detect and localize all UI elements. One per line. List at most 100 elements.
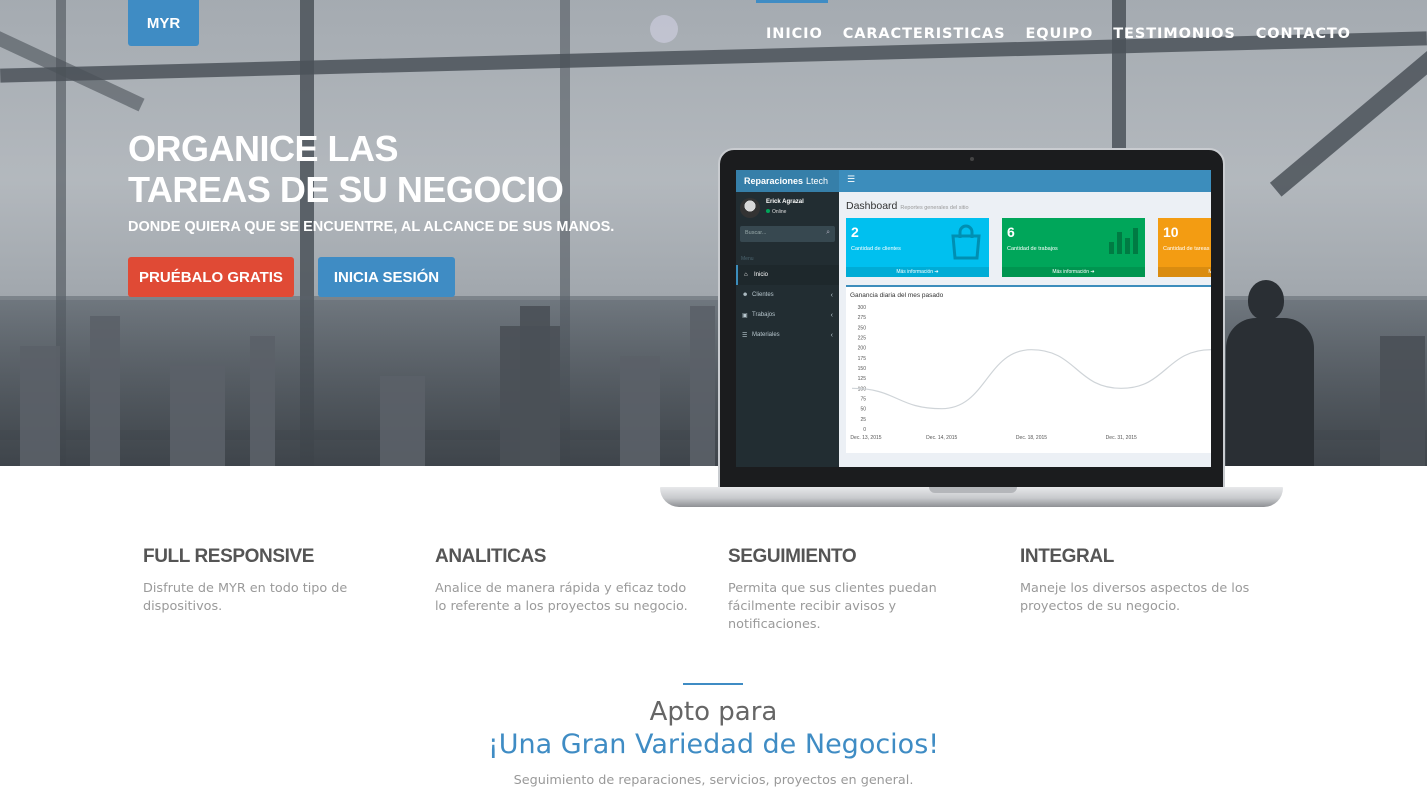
camera-icon <box>970 157 974 161</box>
y-tick-label: 150 <box>858 366 867 372</box>
y-tick-label: 0 <box>863 427 866 433</box>
admin-search-input[interactable]: Buscar... ⌕ <box>740 226 835 242</box>
admin-brand-bold: Reparaciones <box>744 176 804 186</box>
section-kicker: Apto para <box>649 697 778 727</box>
stat-box-clientes: 2 Cantidad de clientes Más información ➔ <box>846 218 989 277</box>
nav-caracteristicas[interactable]: CARACTERISTICAS <box>843 26 1006 42</box>
chart-panel: Ganancia diaria del mes pasado 0 25 50 75 10… <box>846 285 1211 453</box>
avatar <box>740 198 760 218</box>
feature-analiticas: ANALITICAS Analice de manera rápida y ef… <box>435 546 695 616</box>
admin-search-placeholder: Buscar... <box>745 230 767 236</box>
nav-equipo[interactable]: EQUIPO <box>1026 26 1094 42</box>
sidebar-item-label: Trabajos <box>752 312 776 318</box>
x-tick-label: Dec. 13, 2015 <box>850 435 881 441</box>
online-dot-icon <box>766 209 770 213</box>
feature-text: Analice de manera rápida y eficaz todo l… <box>435 581 688 614</box>
feature-text: Permita que sus clientes puedan fácilmen… <box>728 581 937 632</box>
chevron-left-icon: ‹ <box>830 291 833 299</box>
line-chart: 0255075100125150175200225250275300Dec. 1… <box>850 305 1211 441</box>
x-tick-label: Dec. 18, 2015 <box>1016 435 1047 441</box>
bar-chart-icon <box>1109 228 1138 254</box>
building <box>170 366 225 466</box>
admin-sidebar: Erick Agrazal Online Buscar... ⌕ Menu ⌂ In… <box>736 192 839 467</box>
sidebar-item-label: Inicio <box>754 272 769 278</box>
chart-title: Ganancia diaria del mes pasado <box>850 292 944 299</box>
chevron-left-icon: ‹ <box>830 311 833 319</box>
building <box>620 356 660 466</box>
search-icon[interactable]: ⌕ <box>826 229 830 237</box>
feature-title: FULL RESPONSIVE <box>143 546 315 567</box>
menu-toggle-icon[interactable]: ☰ <box>847 175 855 185</box>
section-divider <box>683 683 743 685</box>
hero-title-line2: TAREAS DE SU NEGOCIO <box>128 169 564 210</box>
admin-menu-header: Menu <box>741 256 754 262</box>
chevron-left-icon: ‹ <box>830 331 833 339</box>
more-info-link[interactable]: Más información ➔ <box>846 267 989 277</box>
nav-contacto[interactable]: CONTACTO <box>1256 26 1351 42</box>
stat-number: 6 <box>1007 224 1015 240</box>
y-tick-label: 200 <box>858 346 867 352</box>
hero-title-line1: ORGANICE LAS <box>128 128 399 169</box>
y-tick-label: 300 <box>858 305 867 311</box>
login-button[interactable]: INICIA SESIÓN <box>318 257 455 297</box>
admin-user-status: Online <box>766 209 786 215</box>
y-tick-label: 175 <box>858 356 867 362</box>
admin-user-name: Erick Agrazal <box>766 199 804 205</box>
stat-box-tareas: 10 Cantidad de tareas Más información ➔ <box>1158 218 1211 277</box>
laptop-screen: Reparaciones Ltech ☰ Erick Agrazal Onlin… <box>736 170 1211 467</box>
stat-label: Cantidad de tareas <box>1163 246 1210 252</box>
briefcase-icon: ▣ <box>742 312 748 319</box>
dashboard-title: Dashboard Reportes generales del sitio <box>846 200 969 212</box>
y-tick-label: 225 <box>858 336 867 342</box>
brand-logo[interactable]: MYR <box>128 0 199 46</box>
building <box>380 376 425 466</box>
laptop-mockup: Reparaciones Ltech ☰ Erick Agrazal Onlin… <box>718 148 1225 490</box>
sidebar-item-materiales[interactable]: ☰ Materiales ‹ <box>736 325 839 345</box>
x-tick-label: Dec. 31, 2015 <box>1106 435 1137 441</box>
dashboard-subtitle: Reportes generales del sitio <box>900 205 969 211</box>
dashboard-title-text: Dashboard <box>846 200 898 212</box>
feature-integral: INTEGRAL Maneje los diversos aspectos de… <box>1020 546 1280 616</box>
x-tick-label: Dec. 14, 2015 <box>926 435 957 441</box>
nav-inicio[interactable]: INICIO <box>766 26 823 42</box>
stat-box-trabajos: 6 Cantidad de trabajos Más información ➔ <box>1002 218 1145 277</box>
try-free-button[interactable]: PRUÉBALO GRATIS <box>128 257 294 297</box>
admin-content: Dashboard Reportes generales del sitio 2 … <box>839 192 1211 467</box>
person-silhouette-head <box>1248 280 1284 320</box>
users-icon: ☻ <box>742 292 749 298</box>
stat-label: Cantidad de trabajos <box>1007 246 1058 252</box>
stat-label: Cantidad de clientes <box>851 246 901 252</box>
y-tick-label: 25 <box>860 417 866 423</box>
sidebar-item-trabajos[interactable]: ▣ Trabajos ‹ <box>736 305 839 325</box>
building <box>90 316 120 466</box>
y-tick-label: 125 <box>858 376 867 382</box>
feature-full-responsive: FULL RESPONSIVE Disfrute de MYR en todo … <box>143 546 403 616</box>
building <box>1380 336 1425 466</box>
sidebar-item-inicio[interactable]: ⌂ Inicio <box>736 265 839 285</box>
admin-brand: Reparaciones Ltech <box>736 170 839 192</box>
feature-text: Maneje los diversos aspectos de los proy… <box>1020 581 1250 614</box>
hero-subtitle: DONDE QUIERA QUE SE ENCUENTRE, AL ALCANC… <box>128 219 615 235</box>
building <box>690 306 715 466</box>
sidebar-item-clientes[interactable]: ☻ Clientes ‹ <box>736 285 839 305</box>
feature-title: SEGUIMIENTO <box>728 546 857 567</box>
laptop-notch <box>929 487 1017 493</box>
section-tagline: Seguimiento de reparaciones, servicios, … <box>513 773 914 788</box>
list-icon: ☰ <box>742 332 748 339</box>
feature-seguimiento: SEGUIMIENTO Permita que sus clientes pue… <box>728 546 988 634</box>
admin-brand-light: Ltech <box>806 176 829 186</box>
nav-active-indicator <box>756 0 828 3</box>
hero-title: ORGANICE LAS TAREAS DE SU NEGOCIO <box>128 128 564 210</box>
y-tick-label: 250 <box>858 325 867 331</box>
person-silhouette-body <box>1226 318 1314 466</box>
y-tick-label: 275 <box>858 315 867 321</box>
stat-number: 10 <box>1163 224 1179 240</box>
feature-title: INTEGRAL <box>1020 546 1114 567</box>
sidebar-item-label: Clientes <box>752 292 774 298</box>
more-info-link[interactable]: Más información ➔ <box>1158 267 1211 277</box>
nav-testimonios[interactable]: TESTIMONIOS <box>1113 26 1235 42</box>
building <box>520 306 550 466</box>
more-info-link[interactable]: Más información ➔ <box>1002 267 1145 277</box>
home-icon: ⌂ <box>744 272 748 278</box>
security-camera <box>650 15 678 43</box>
